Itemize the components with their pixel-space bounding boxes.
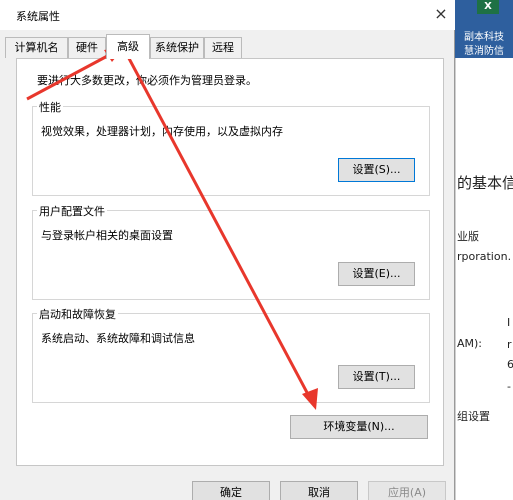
close-icon[interactable]: ×	[432, 4, 450, 24]
performance-description: 视觉效果，处理器计划，内存使用，以及虚拟内存	[41, 125, 283, 138]
desktop-shortcut-label: 慧消防信	[464, 46, 504, 57]
tab-remote[interactable]: 远程	[204, 37, 242, 58]
excel-icon[interactable]: X	[477, 0, 499, 14]
dialog-title: 系统属性	[16, 10, 60, 23]
environment-variables-button[interactable]: 环境变量(N)...	[290, 415, 428, 439]
background-window-header: X 副本科技 慧消防信	[455, 0, 513, 58]
background-divider	[455, 58, 456, 500]
tab-advanced[interactable]: 高级	[106, 34, 150, 59]
background-text: 6	[507, 358, 513, 371]
startup-recovery-group-title: 启动和故障恢复	[37, 306, 118, 322]
background-text: r	[507, 338, 512, 351]
background-text: I	[507, 316, 511, 329]
apply-button[interactable]: 应用(A)	[368, 481, 446, 500]
dialog-titlebar[interactable]: 系统属性 ×	[0, 0, 455, 30]
performance-settings-button[interactable]: 设置(S)...	[338, 158, 415, 182]
performance-group-title: 性能	[37, 99, 63, 115]
background-text: 组设置	[457, 410, 490, 423]
tab-hardware[interactable]: 硬件	[68, 37, 106, 58]
user-profiles-settings-button[interactable]: 设置(E)...	[338, 262, 415, 286]
background-text: 业版	[457, 230, 479, 243]
background-window: X 副本科技 慧消防信 的基本信 业版 rporation. AM): 组设置 …	[455, 0, 513, 500]
startup-recovery-description: 系统启动、系统故障和调试信息	[41, 332, 195, 345]
ok-button[interactable]: 确定	[192, 481, 270, 500]
tab-strip: 计算机名 硬件 高级 系统保护 远程	[0, 34, 455, 59]
background-text: AM):	[457, 337, 483, 350]
background-text: rporation.	[457, 250, 512, 263]
user-profiles-group: 用户配置文件 与登录帐户相关的桌面设置 设置(E)...	[32, 203, 430, 300]
user-profiles-group-title: 用户配置文件	[37, 203, 107, 219]
startup-recovery-group: 启动和故障恢复 系统启动、系统故障和调试信息 设置(T)...	[32, 306, 430, 403]
system-properties-dialog: 系统属性 × 计算机名 硬件 高级 系统保护 远程 要进行大多数更改，你必须作为…	[0, 0, 455, 500]
background-text: -	[507, 380, 511, 393]
tab-system-protection[interactable]: 系统保护	[150, 37, 204, 58]
background-heading: 的基本信	[457, 174, 513, 192]
startup-recovery-settings-button[interactable]: 设置(T)...	[338, 365, 415, 389]
admin-note: 要进行大多数更改，你必须作为管理员登录。	[37, 74, 257, 87]
user-profiles-description: 与登录帐户相关的桌面设置	[41, 229, 173, 242]
cancel-button[interactable]: 取消	[280, 481, 358, 500]
performance-group: 性能 视觉效果，处理器计划，内存使用，以及虚拟内存 设置(S)...	[32, 99, 430, 196]
desktop-shortcut-label: 副本科技	[464, 32, 504, 43]
tab-computer-name[interactable]: 计算机名	[5, 37, 68, 58]
advanced-tab-panel: 要进行大多数更改，你必须作为管理员登录。 性能 视觉效果，处理器计划，内存使用，…	[16, 58, 444, 466]
